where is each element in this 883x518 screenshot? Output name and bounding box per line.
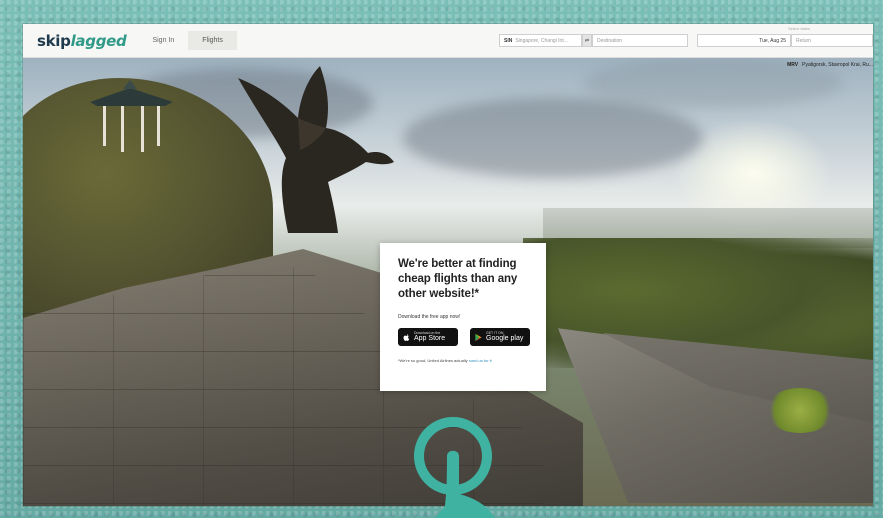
nav-sign-in[interactable]: Sign In bbox=[152, 37, 174, 44]
eagle-statue bbox=[238, 66, 394, 233]
promo-disclaimer: *We're so good, United Airlines actually… bbox=[398, 358, 530, 363]
skiplagged-logo[interactable]: skiplagged bbox=[37, 31, 127, 50]
googleplay-label: Google play bbox=[486, 335, 524, 343]
depart-date-field[interactable]: Tue, Aug 25 bbox=[697, 34, 791, 47]
nav-tab-flights[interactable]: Flights bbox=[188, 31, 237, 50]
app-store-button[interactable]: Download on the App Store bbox=[398, 328, 458, 346]
disclaimer-link[interactable]: sued us for it bbox=[469, 358, 492, 363]
date-pickers: Tue, Aug 25 Return bbox=[697, 34, 873, 47]
cloud bbox=[403, 98, 703, 178]
promo-subline: Download the free app now! bbox=[398, 314, 461, 320]
destination-field[interactable]: Destination bbox=[592, 34, 688, 47]
location-code: MRV bbox=[787, 62, 799, 68]
site-header: skiplagged Sign In Flights SIN Singapore,… bbox=[23, 24, 873, 58]
logo-text-part2: lagged bbox=[70, 31, 127, 50]
origin-field[interactable]: SIN Singapore, Changi Int... bbox=[499, 34, 582, 47]
dates-label: Select dates bbox=[788, 26, 811, 31]
flight-search: SIN Singapore, Changi Int... ⇄ Destinatio… bbox=[499, 34, 688, 47]
origin-code: SIN bbox=[504, 37, 513, 44]
store-badges: Download on the App Store GET IT ON Goog… bbox=[398, 328, 530, 346]
location-tag: MRV Pyatigorsk, Stavropol Krai, Ru... bbox=[787, 62, 873, 68]
app-promo-card: We're better at finding cheap flights th… bbox=[380, 243, 546, 391]
bush bbox=[765, 388, 835, 433]
apple-icon bbox=[403, 333, 410, 341]
logo-text-part1: skip bbox=[37, 31, 71, 50]
google-play-icon bbox=[475, 333, 482, 341]
appstore-label: App Store bbox=[414, 335, 446, 343]
origin-text: Singapore, Changi Int... bbox=[515, 37, 568, 44]
google-play-button[interactable]: GET IT ON Google play bbox=[470, 328, 530, 346]
hand-pointer-icon bbox=[414, 417, 495, 518]
swap-button[interactable]: ⇄ bbox=[582, 34, 592, 47]
location-name: Pyatigorsk, Stavropol Krai, Ru... bbox=[802, 62, 873, 68]
pavilion-illustration bbox=[90, 80, 173, 152]
disclaimer-text: *We're so good, United Airlines actually bbox=[398, 358, 468, 363]
promo-headline: We're better at finding cheap flights th… bbox=[398, 258, 518, 300]
return-date-field[interactable]: Return bbox=[791, 34, 873, 47]
